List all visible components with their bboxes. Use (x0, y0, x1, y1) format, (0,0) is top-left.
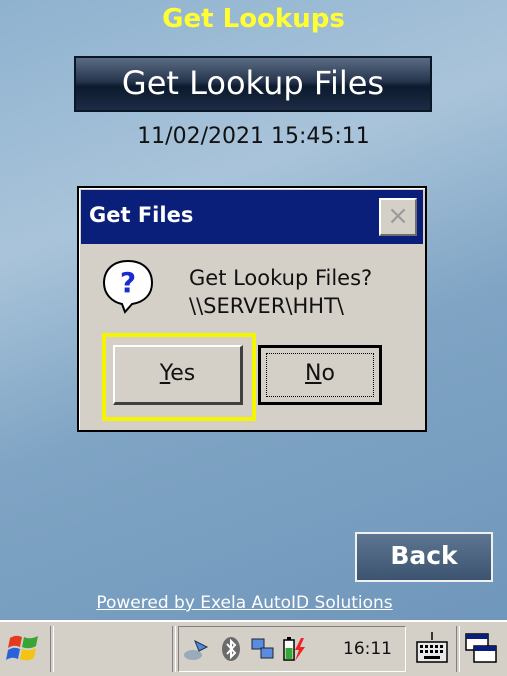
system-tray: 16:11 (178, 626, 406, 672)
taskbar-separator (172, 626, 176, 672)
bluetooth-icon[interactable] (217, 635, 245, 663)
window-switch-icon[interactable] (462, 630, 500, 668)
get-lookup-files-button[interactable]: Get Lookup Files (74, 56, 432, 112)
battery-icon[interactable] (279, 635, 307, 663)
yes-mnemonic: Y (159, 361, 171, 386)
dialog-close-button[interactable]: × (379, 198, 417, 236)
question-icon: ? (102, 259, 154, 314)
get-files-dialog: Get Files × ? Get Lookup Files? \\SERVER… (77, 186, 427, 432)
svg-text:?: ? (120, 266, 136, 299)
dialog-message-line2: \\SERVER\HHT\ (189, 294, 344, 318)
taskbar: 16:11 (0, 620, 507, 676)
dialog-titlebar: Get Files × (81, 190, 423, 244)
datetime-label: 11/02/2021 15:45:11 (137, 124, 370, 149)
sync-icon[interactable] (249, 635, 277, 663)
network-icon[interactable] (183, 635, 211, 663)
taskbar-separator (456, 626, 460, 672)
close-icon: × (387, 201, 409, 231)
dialog-message-line1: Get Lookup Files? (189, 266, 373, 290)
page-title: Get Lookups (162, 4, 345, 34)
windows-start-icon[interactable] (6, 632, 42, 666)
powered-by-link[interactable]: Powered by Exela AutoID Solutions (0, 591, 489, 615)
back-button[interactable]: Back (355, 532, 493, 582)
dialog-message: Get Lookup Files? \\SERVER\HHT\ (189, 264, 372, 320)
no-button[interactable]: No (258, 345, 382, 405)
no-button-focus-ring (266, 353, 374, 397)
dialog-title: Get Files (89, 203, 194, 227)
yes-button[interactable]: Yes (113, 345, 243, 405)
yes-label-rest: es (170, 361, 196, 386)
taskbar-clock[interactable]: 16:11 (343, 639, 392, 659)
taskbar-separator (50, 626, 54, 672)
keyboard-icon[interactable] (414, 630, 450, 668)
